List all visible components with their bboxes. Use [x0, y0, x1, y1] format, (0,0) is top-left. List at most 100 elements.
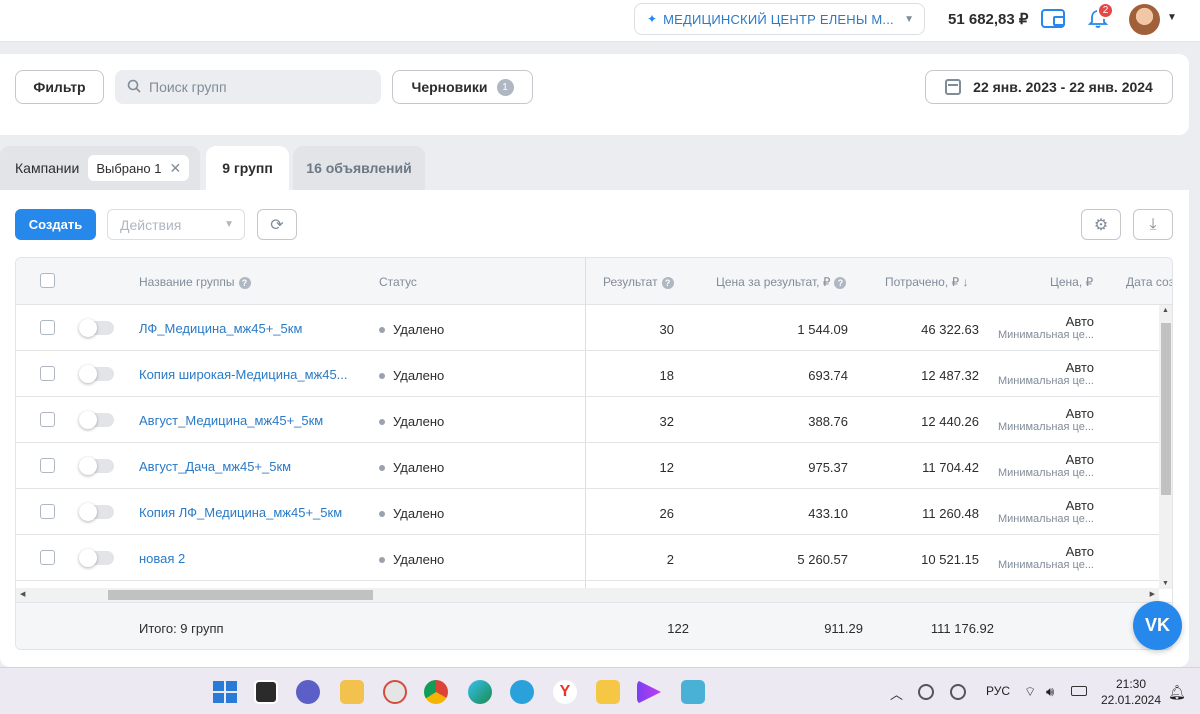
bid-cell: Авто Минимальная це... — [990, 406, 1094, 433]
horizontal-scroll-thumb[interactable] — [108, 590, 373, 600]
drafts-button[interactable]: Черновики 1 — [392, 70, 533, 104]
cloud-sync-icon[interactable] — [918, 684, 934, 700]
totals-spent: 111 176.92 — [930, 621, 994, 636]
volume-icon[interactable]: 🔊︎ — [1046, 684, 1054, 700]
row-toggle[interactable] — [79, 503, 114, 521]
help-icon[interactable]: ? — [238, 277, 251, 289]
account-balance: 51 682,83 ₽ — [948, 11, 1029, 28]
file-explorer-icon[interactable] — [340, 680, 364, 704]
column-name[interactable]: Название группы? — [139, 275, 251, 289]
row-checkbox[interactable] — [40, 366, 55, 381]
avatar[interactable] — [1129, 4, 1160, 35]
help-icon[interactable]: ? — [661, 277, 674, 289]
row-toggle[interactable] — [79, 365, 114, 383]
teams-icon[interactable] — [296, 680, 320, 704]
chevron-up-icon[interactable]: ︿ — [890, 684, 903, 703]
wifi-icon[interactable]: ⌔ — [1024, 684, 1036, 700]
row-checkbox[interactable] — [40, 550, 55, 565]
hand-app-icon[interactable] — [596, 680, 620, 704]
cost-cell: 1 544.09 — [797, 322, 848, 337]
download-icon: ⤓ — [1149, 215, 1157, 233]
group-name-link[interactable]: Август_Дача_мж45+_5км — [139, 459, 359, 474]
row-toggle[interactable] — [79, 411, 114, 429]
row-toggle[interactable] — [79, 319, 114, 337]
table-row[interactable]: Копия ЛФ_Медицина_мж45+_5км Удалено 26 4… — [16, 489, 1159, 535]
select-all-checkbox[interactable] — [40, 273, 55, 288]
table-row[interactable]: новая 2 Удалено 2 5 260.57 10 521.15 Авт… — [16, 535, 1159, 581]
group-name-link[interactable]: новая 2 — [139, 551, 359, 566]
system-clock[interactable]: 21:30 22.01.2024 — [1100, 676, 1162, 708]
language-indicator[interactable]: РУС — [986, 684, 1010, 698]
filter-button[interactable]: Фильтр — [15, 70, 104, 104]
actions-dropdown[interactable]: Действия ▼ — [107, 209, 245, 240]
bid-sublabel: Минимальная це... — [997, 559, 1094, 571]
search-box[interactable] — [115, 70, 381, 104]
tab-groups[interactable]: 9 групп — [206, 146, 289, 190]
group-name-link[interactable]: Копия широкая-Медицина_мж45... — [139, 367, 359, 382]
clock-app-icon[interactable] — [383, 680, 407, 704]
scroll-right-arrow-icon[interactable]: ▶ — [1150, 590, 1155, 598]
search-input[interactable] — [149, 79, 369, 95]
vertical-scrollbar[interactable]: ▲ ▼ — [1159, 305, 1172, 589]
column-status[interactable]: Статус — [379, 275, 417, 289]
column-spent[interactable]: Потрачено, ₽ ↓ — [885, 275, 968, 289]
horizontal-scrollbar[interactable]: ◀ ▶ — [16, 588, 1159, 602]
refresh-button[interactable]: ⟳ — [257, 209, 297, 240]
windows-taskbar: Y ︿ РУС ⌔ 🔊︎ 21:30 22.01.2024 🔔︎ — [0, 667, 1200, 714]
tab-ads[interactable]: 16 объявлений — [293, 146, 425, 190]
create-button[interactable]: Создать — [15, 209, 96, 240]
table-row[interactable]: Август_Медицина_мж45+_5км Удалено 32 388… — [16, 397, 1159, 443]
group-name-link[interactable]: Август_Медицина_мж45+_5км — [139, 413, 359, 428]
tab-campaigns[interactable]: Кампании Выбрано 1 ✕ — [0, 146, 200, 190]
settings-button[interactable]: ⚙ — [1081, 209, 1121, 240]
row-checkbox[interactable] — [40, 504, 55, 519]
vertical-scroll-thumb[interactable] — [1161, 323, 1171, 495]
chevron-down-icon[interactable]: ▼ — [1167, 12, 1177, 23]
telegram-icon[interactable] — [510, 680, 534, 704]
app-tray-icon[interactable] — [950, 684, 966, 700]
clock-time: 21:30 — [1115, 677, 1147, 691]
yandex-browser-icon[interactable]: Y — [553, 680, 577, 704]
download-button[interactable]: ⤓ — [1133, 209, 1173, 240]
column-result[interactable]: Результат? — [603, 275, 674, 289]
battery-icon[interactable] — [1071, 686, 1087, 696]
help-icon[interactable]: ? — [834, 277, 847, 289]
media-player-icon[interactable] — [637, 680, 661, 704]
windows-start-icon[interactable] — [212, 680, 237, 704]
date-range-picker[interactable]: 22 янв. 2023 - 22 янв. 2024 — [925, 70, 1173, 104]
row-checkbox[interactable] — [40, 320, 55, 335]
table-row[interactable]: Август_Дача_мж45+_5км Удалено 12 975.37 … — [16, 443, 1159, 489]
status-label: Удалено — [393, 368, 445, 383]
group-name-link[interactable]: Копия ЛФ_Медицина_мж45+_5км — [139, 505, 359, 520]
row-checkbox[interactable] — [40, 458, 55, 473]
groups-table: Название группы? Статус Результат? Цена … — [15, 257, 1173, 650]
row-toggle[interactable] — [79, 457, 114, 475]
edge-icon[interactable] — [468, 680, 492, 704]
status-cell: Удалено — [379, 368, 444, 383]
wallet-icon[interactable] — [1041, 9, 1065, 28]
notepad-icon[interactable] — [681, 680, 705, 704]
status-cell: Удалено — [379, 414, 444, 429]
bid-label: Авто — [1065, 452, 1094, 467]
spent-cell: 12 487.32 — [921, 368, 979, 383]
chrome-icon[interactable] — [424, 680, 448, 704]
column-created[interactable]: Дата соз — [1126, 275, 1172, 289]
status-dot — [379, 418, 385, 425]
notification-bell-icon[interactable]: 🔔︎ — [1168, 684, 1186, 701]
column-cost-per-result[interactable]: Цена за результат, ₽? — [716, 275, 847, 289]
table-row[interactable]: Копия широкая-Медицина_мж45... Удалено 1… — [16, 351, 1159, 397]
scroll-left-arrow-icon[interactable]: ◀ — [20, 590, 25, 598]
column-bid[interactable]: Цена, ₽ — [1050, 275, 1093, 289]
group-name-link[interactable]: ЛФ_Медицина_мж45+_5км — [139, 321, 359, 336]
row-checkbox[interactable] — [40, 412, 55, 427]
task-view-icon[interactable] — [254, 680, 278, 704]
row-toggle[interactable] — [79, 549, 114, 567]
account-selector[interactable]: ✦ МЕДИЦИНСКИЙ ЦЕНТР ЕЛЕНЫ М... ▼ — [634, 3, 925, 35]
close-icon[interactable]: ✕ — [169, 160, 181, 177]
scroll-up-arrow-icon[interactable]: ▲ — [1162, 307, 1169, 314]
table-row[interactable]: ЛФ_Медицина_мж45+_5км Удалено 30 1 544.0… — [16, 305, 1159, 351]
date-range-label: 22 янв. 2023 - 22 янв. 2024 — [973, 79, 1153, 95]
column-name-label: Название группы — [139, 275, 235, 289]
vk-chat-button[interactable]: VK — [1133, 601, 1182, 650]
scroll-down-arrow-icon[interactable]: ▼ — [1162, 580, 1169, 587]
